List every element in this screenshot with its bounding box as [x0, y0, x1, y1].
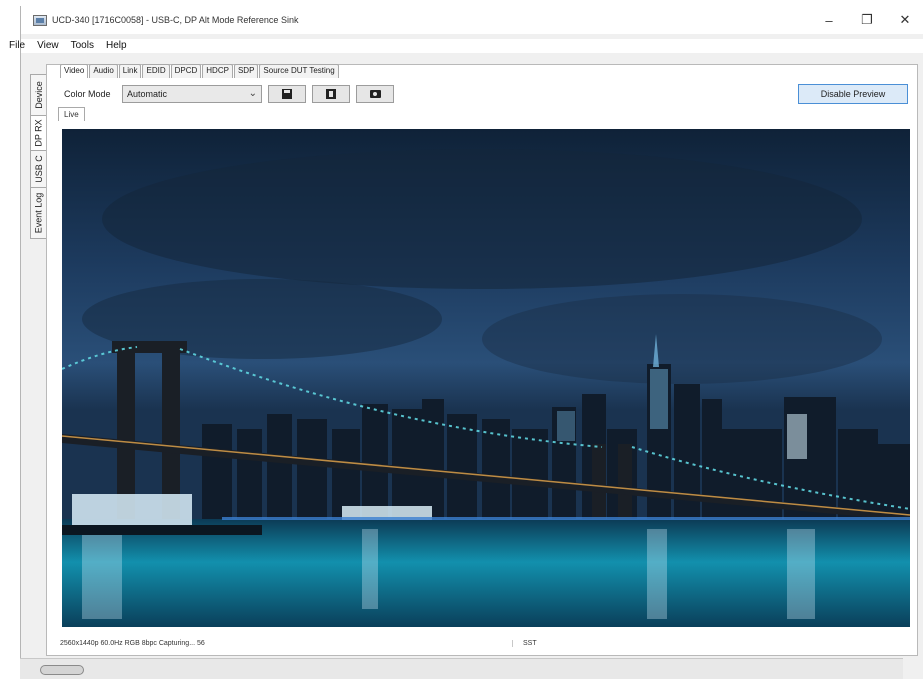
tab-audio[interactable]: Audio [89, 64, 118, 78]
side-tab-strip: Device DP RX USB C Event Log [30, 74, 46, 239]
menu-bar: File View Tools Help [9, 39, 923, 53]
capture-status-text: 2560x1440p 60.0Hz RGB 8bpc Capturing... … [60, 639, 205, 647]
tab-link[interactable]: Link [118, 64, 142, 78]
top-tab-strip: Video Audio Link EDID DPCD HDCP SDP Sour… [60, 64, 340, 78]
title-bar: UCD-340 [1716C0058] - USB-C, DP Alt Mode… [21, 6, 923, 34]
tab-dpcd[interactable]: DPCD [170, 64, 202, 78]
maximize-button[interactable]: ❐ [848, 6, 886, 34]
preview-image [62, 129, 910, 627]
menu-view[interactable]: View [31, 39, 65, 53]
side-tab-device[interactable]: Device [30, 74, 46, 116]
side-tab-label: Device [33, 81, 44, 109]
close-button[interactable]: ✕ [886, 6, 923, 34]
video-toolbar: Color Mode Automatic ⌄ Disable Preview [56, 84, 918, 104]
window-controls: – ❐ ✕ [810, 6, 923, 34]
save-as-icon [326, 89, 336, 99]
color-mode-value: Automatic [127, 89, 168, 99]
tab-live[interactable]: Live [58, 107, 85, 121]
side-tab-label: DP RX [33, 119, 44, 147]
color-mode-label: Color Mode [64, 89, 111, 99]
color-mode-select[interactable]: Automatic ⌄ [122, 85, 262, 103]
side-tab-usb-c[interactable]: USB C [30, 150, 46, 188]
camera-icon [369, 90, 381, 98]
capture-button[interactable] [356, 85, 394, 103]
menu-help[interactable]: Help [100, 39, 133, 53]
side-tab-label: USB C [33, 155, 44, 183]
app-icon [33, 14, 47, 26]
video-preview [62, 129, 910, 627]
tab-source-dut-testing[interactable]: Source DUT Testing [259, 64, 339, 78]
stream-mode-text: SST [512, 639, 537, 647]
save-button[interactable] [268, 85, 306, 103]
menu-tools[interactable]: Tools [65, 39, 100, 53]
chevron-down-icon: ⌄ [248, 88, 257, 99]
side-tab-label: Event Log [33, 192, 44, 234]
status-bar: 2560x1440p 60.0Hz RGB 8bpc Capturing... … [60, 636, 910, 650]
tab-sdp[interactable]: SDP [233, 64, 259, 78]
disable-preview-button[interactable]: Disable Preview [798, 84, 908, 104]
minimize-button[interactable]: – [810, 6, 848, 34]
tab-hdcp[interactable]: HDCP [202, 64, 233, 78]
horizontal-scrollbar[interactable] [20, 658, 903, 679]
side-tab-dp-rx[interactable]: DP RX [30, 115, 46, 151]
window-title: UCD-340 [1716C0058] - USB-C, DP Alt Mode… [52, 15, 299, 25]
tab-edid[interactable]: EDID [142, 64, 170, 78]
menu-file[interactable]: File [7, 39, 31, 53]
side-tab-event-log[interactable]: Event Log [30, 187, 46, 239]
scrollbar-thumb[interactable] [40, 665, 84, 675]
save-icon [282, 89, 292, 99]
save-as-button[interactable] [312, 85, 350, 103]
tab-video[interactable]: Video [60, 64, 89, 78]
